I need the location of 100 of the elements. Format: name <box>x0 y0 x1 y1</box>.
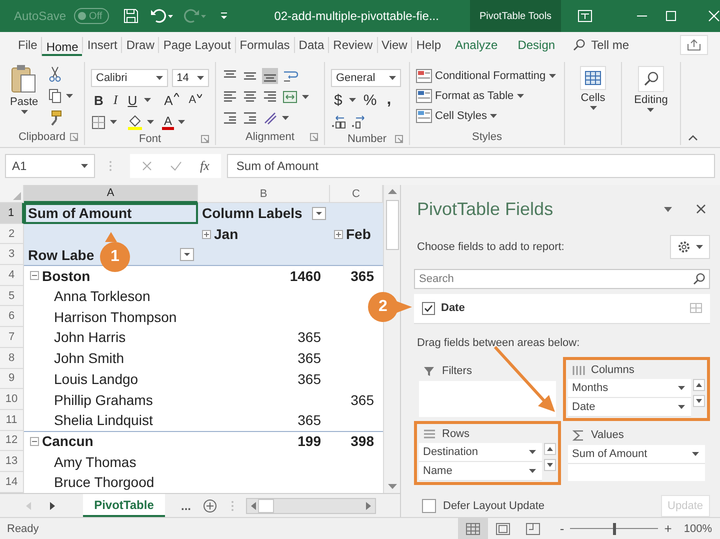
align-bottom-icon[interactable] <box>262 68 278 84</box>
scroll-thumb[interactable] <box>386 200 398 250</box>
insert-function-button[interactable]: fx <box>200 158 210 174</box>
increase-indent-icon[interactable] <box>242 110 258 126</box>
scissors-icon[interactable] <box>48 66 62 82</box>
table-icon[interactable] <box>585 71 601 85</box>
ribbon-tab[interactable]: Help <box>411 37 445 53</box>
shrink-font-button[interactable]: A <box>186 94 206 106</box>
row-header[interactable]: 11 <box>0 410 24 431</box>
drop-zone[interactable]: Months Date <box>568 379 691 417</box>
grip-icon[interactable] <box>231 500 234 512</box>
row-header[interactable]: 2 <box>0 224 24 244</box>
row-header[interactable]: 1 <box>0 203 24 224</box>
font-color-button[interactable]: A <box>162 114 174 130</box>
ribbon-tab[interactable]: Draw <box>121 37 158 53</box>
search-icon[interactable] <box>642 71 659 87</box>
row-header[interactable]: 7 <box>0 327 24 348</box>
share-icon[interactable] <box>687 39 701 51</box>
underline-button[interactable]: U <box>124 92 140 108</box>
column-header[interactable]: A <box>24 185 198 203</box>
font-size-dropdown[interactable]: 14 <box>172 69 209 87</box>
format-table-icon[interactable] <box>416 89 432 103</box>
row-header[interactable]: 6 <box>0 306 24 328</box>
number-format-dropdown[interactable]: General <box>331 69 401 87</box>
sigma-icon[interactable] <box>572 428 585 442</box>
increase-decimal-icon[interactable] <box>331 115 347 129</box>
decrease-indent-icon[interactable] <box>222 110 238 126</box>
editing-button[interactable]: Editing <box>630 62 672 114</box>
checkbox-label[interactable]: Defer Layout Update <box>443 500 545 512</box>
search-icon[interactable] <box>693 272 705 285</box>
font-name-dropdown[interactable]: Calibri <box>91 69 168 87</box>
ribbon-tab[interactable]: Review <box>328 37 377 53</box>
ribbon-tab[interactable]: Formulas <box>234 37 294 53</box>
scroll-right-icon[interactable] <box>366 502 372 510</box>
area-field-item[interactable]: Name <box>419 462 542 481</box>
borders-icon[interactable] <box>91 114 106 130</box>
row-header[interactable]: 3 <box>0 244 24 266</box>
ribbon-tab[interactable]: Insert <box>82 37 122 53</box>
close-icon[interactable] <box>696 204 706 214</box>
customize-icon[interactable] <box>220 11 228 21</box>
row-header[interactable]: 10 <box>0 389 24 410</box>
styles-menu-button[interactable]: Cell Styles <box>416 106 558 126</box>
clipboard-icon[interactable] <box>11 64 38 94</box>
zoom-out-button[interactable]: - <box>560 521 564 536</box>
styles-menu-button[interactable]: Format as Table <box>416 86 558 106</box>
filter-button[interactable] <box>312 206 326 220</box>
row-header[interactable]: 5 <box>0 286 24 306</box>
ribbon-tab[interactable]: Analyze <box>445 37 508 53</box>
orientation-icon[interactable] <box>262 110 278 126</box>
search-icon[interactable] <box>573 39 586 51</box>
field-options-icon[interactable] <box>690 303 702 314</box>
row-header[interactable]: 8 <box>0 348 24 368</box>
decrease-decimal-icon[interactable] <box>351 115 367 129</box>
minus-box-icon[interactable] <box>30 271 39 280</box>
scroll-up-icon[interactable] <box>388 188 396 194</box>
ribbon-tab[interactable]: Home <box>41 37 82 56</box>
move-up-icon[interactable] <box>693 379 705 391</box>
save-icon[interactable] <box>123 8 140 24</box>
area-field-item[interactable]: Destination <box>419 443 542 462</box>
ribbon-tab[interactable]: Data <box>294 37 328 53</box>
ribbon-tab[interactable]: Page Layout <box>158 37 235 53</box>
column-header[interactable]: C <box>330 185 383 203</box>
copy-icon[interactable] <box>48 88 62 104</box>
next-sheet-icon[interactable] <box>50 502 55 510</box>
area-field-item[interactable]: Sum of Amount <box>568 445 705 464</box>
area-field-item[interactable]: Date <box>568 398 691 417</box>
ribbon-tab[interactable]: Design <box>508 37 566 53</box>
undo-icon[interactable] <box>150 8 174 24</box>
zoom-level[interactable]: 100% <box>684 522 712 534</box>
percent-button[interactable]: % <box>360 92 380 108</box>
collapse-ribbon-icon[interactable] <box>688 135 698 141</box>
tell-me-link[interactable]: Tell me <box>591 38 630 52</box>
merge-center-icon[interactable] <box>282 89 298 105</box>
normal-view-button[interactable] <box>458 518 488 539</box>
fill-color-icon[interactable] <box>127 114 143 130</box>
ribbon-display-icon[interactable] <box>578 10 592 22</box>
more-sheets-button[interactable]: ... <box>181 498 192 512</box>
dialog-launcher-icon[interactable] <box>70 133 78 141</box>
grip-icon[interactable] <box>109 160 112 172</box>
paste-button[interactable]: Paste <box>6 62 42 129</box>
drop-zone[interactable]: Destination Name <box>419 443 542 481</box>
search-field[interactable]: Search <box>414 268 710 289</box>
move-down-icon[interactable] <box>693 395 705 407</box>
move-up-icon[interactable] <box>544 443 556 455</box>
zoom-in-button[interactable]: + <box>664 521 672 536</box>
field-label[interactable]: Date <box>441 302 684 314</box>
conditional-formatting-icon[interactable] <box>416 69 432 83</box>
area-field-item[interactable]: Months <box>568 379 691 398</box>
row-header[interactable]: 4 <box>0 265 24 286</box>
row-header[interactable]: 12 <box>0 430 24 452</box>
pane-options-icon[interactable] <box>664 206 672 212</box>
dialog-launcher-icon[interactable] <box>395 134 403 142</box>
filter-button[interactable] <box>180 248 194 262</box>
dialog-launcher-icon[interactable] <box>201 134 209 142</box>
ribbon-tab[interactable]: View <box>376 37 412 53</box>
row-header[interactable]: 13 <box>0 451 24 472</box>
comma-button[interactable]: , <box>384 91 394 109</box>
cell-styles-icon[interactable] <box>416 109 432 123</box>
plus-box-icon[interactable] <box>334 230 343 239</box>
tools-button[interactable] <box>670 235 710 260</box>
